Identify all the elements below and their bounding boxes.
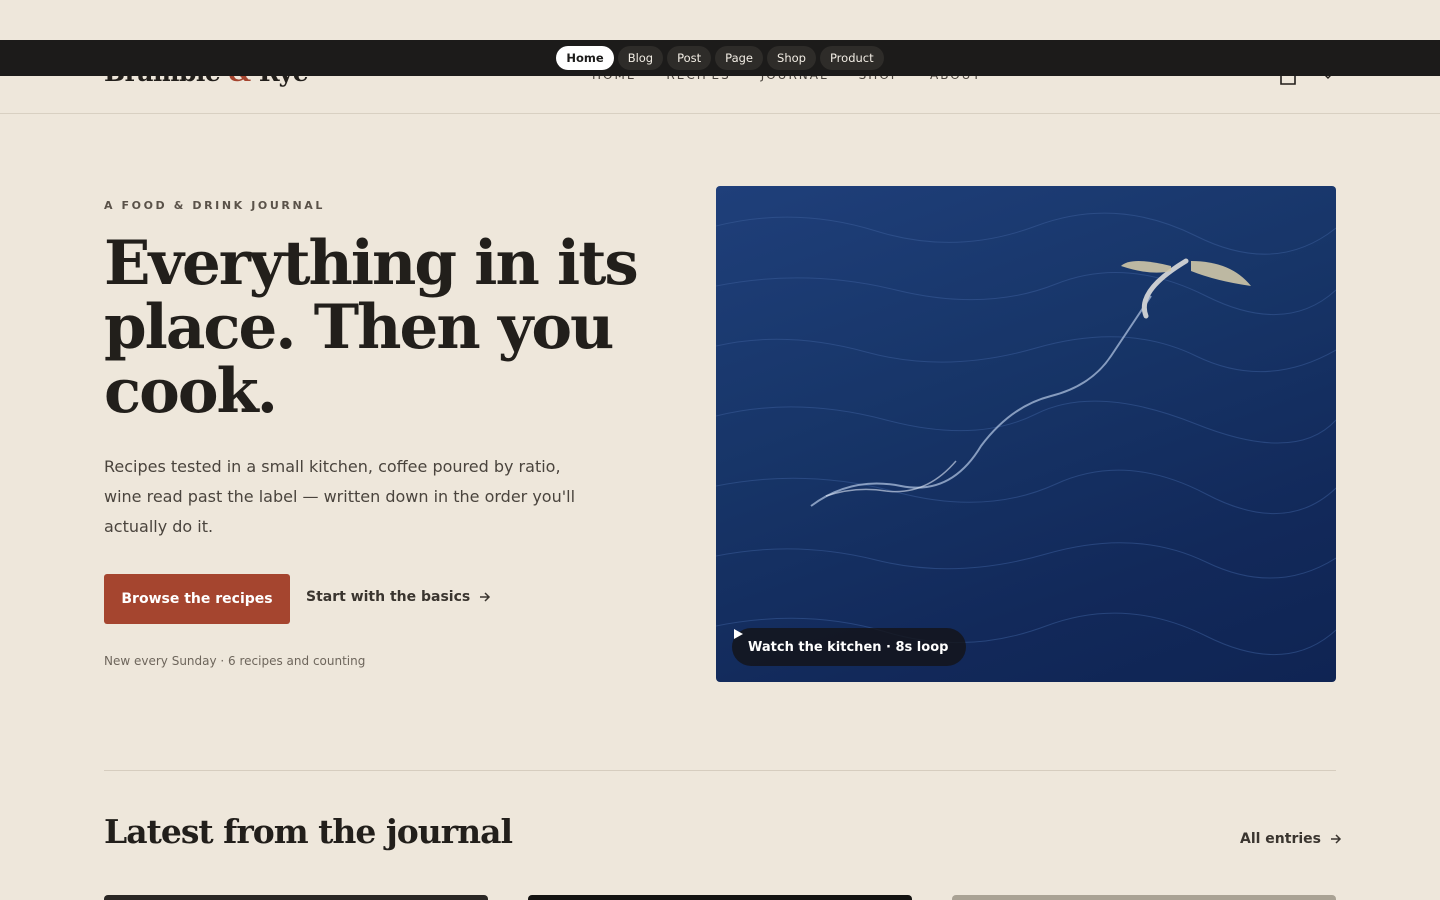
- start-basics-label: Start with the basics: [306, 589, 471, 605]
- flying-fish-icon: [1121, 258, 1251, 319]
- preview-pill-post[interactable]: Post: [667, 46, 712, 70]
- hero-note: New every Sunday · 6 recipes and countin…: [104, 654, 366, 668]
- journal-card-2[interactable]: [528, 895, 912, 900]
- browse-recipes-label: Browse the recipes: [121, 591, 273, 607]
- arrow-right-icon: [480, 592, 491, 602]
- hero-video[interactable]: Watch the kitchen · 8s loop: [716, 186, 1336, 682]
- preview-pill-blog[interactable]: Blog: [617, 46, 664, 70]
- start-basics-link[interactable]: Start with the basics: [306, 589, 492, 605]
- journal-card-1[interactable]: [104, 895, 488, 900]
- section-divider: [104, 770, 1336, 771]
- all-entries-label: All entries: [1240, 831, 1321, 847]
- ocean-image: [716, 212, 1336, 656]
- hero-headline: Everything in its place. Then you cook.: [104, 228, 639, 427]
- hero-eyebrow: A FOOD & DRINK JOURNAL: [104, 199, 325, 212]
- watch-kitchen-label: Watch the kitchen · 8s loop: [748, 639, 949, 655]
- journal-card-3[interactable]: [952, 895, 1336, 900]
- preview-pill-product[interactable]: Product: [819, 46, 884, 70]
- play-icon: [734, 629, 743, 639]
- all-entries-link[interactable]: All entries: [1240, 831, 1343, 847]
- arrow-right-icon: [1331, 834, 1342, 844]
- preview-pill-shop[interactable]: Shop: [767, 46, 816, 70]
- journal-title: Latest from the journal: [104, 812, 513, 851]
- watch-kitchen-chip[interactable]: Watch the kitchen · 8s loop: [732, 628, 967, 666]
- hero-lede: Recipes tested in a small kitchen, coffe…: [104, 457, 576, 536]
- preview-pill-page[interactable]: Page: [715, 46, 764, 70]
- browse-recipes-button[interactable]: Browse the recipes: [104, 574, 290, 624]
- preview-pill-home[interactable]: Home: [556, 46, 614, 70]
- preview-bar: Home Blog Post Page Shop Product: [0, 40, 1440, 76]
